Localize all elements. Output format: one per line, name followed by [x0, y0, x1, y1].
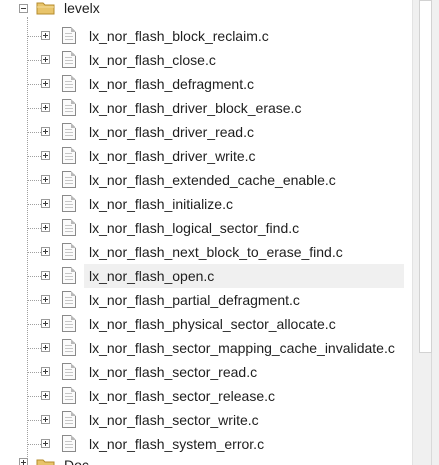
c-source-file-icon — [62, 75, 76, 92]
expand-icon[interactable] — [41, 247, 50, 256]
file-label: lx_nor_flash_initialize.c — [89, 196, 233, 212]
file-label: lx_nor_flash_partial_defragment.c — [89, 292, 300, 308]
expand-icon[interactable] — [41, 175, 50, 184]
file-label: lx_nor_flash_sector_release.c — [89, 388, 275, 404]
file-node[interactable]: lx_nor_flash_sector_write.c — [0, 408, 412, 432]
file-label: lx_nor_flash_sector_read.c — [89, 364, 258, 380]
folder-node-doc[interactable]: Doc — [0, 456, 412, 465]
file-label: lx_nor_flash_logical_sector_find.c — [89, 220, 300, 236]
expand-icon[interactable] — [41, 343, 50, 352]
file-label: lx_nor_flash_defragment.c — [89, 76, 254, 92]
folder-icon — [36, 2, 55, 15]
folder-icon — [36, 459, 55, 465]
file-label: lx_nor_flash_driver_read.c — [89, 124, 254, 140]
folder-label: Doc — [64, 457, 89, 465]
expand-icon[interactable] — [19, 458, 28, 465]
c-source-file-icon — [62, 51, 76, 68]
expand-icon[interactable] — [41, 31, 50, 40]
c-source-file-icon — [62, 171, 76, 188]
expand-icon[interactable] — [41, 319, 50, 328]
c-source-file-icon — [62, 243, 76, 260]
expand-icon[interactable] — [41, 271, 50, 280]
expand-icon[interactable] — [41, 295, 50, 304]
file-label: lx_nor_flash_next_block_to_erase_find.c — [89, 244, 343, 260]
vertical-scrollbar[interactable] — [412, 0, 439, 465]
expand-icon[interactable] — [41, 367, 50, 376]
file-label: lx_nor_flash_physical_sector_allocate.c — [89, 316, 336, 332]
c-source-file-icon — [62, 147, 76, 164]
c-source-file-icon — [62, 267, 76, 284]
c-source-file-icon — [62, 435, 76, 452]
c-source-file-icon — [62, 99, 76, 116]
file-label: lx_nor_flash_sector_write.c — [89, 412, 259, 428]
c-source-file-icon — [62, 123, 76, 140]
file-node[interactable]: lx_nor_flash_sector_release.c — [0, 384, 412, 408]
expand-icon[interactable] — [41, 439, 50, 448]
c-source-file-icon — [62, 291, 76, 308]
file-label: lx_nor_flash_driver_block_erase.c — [89, 100, 302, 116]
file-label: lx_nor_flash_block_reclaim.c — [89, 28, 269, 44]
c-source-file-icon — [62, 363, 76, 380]
expand-icon[interactable] — [41, 127, 50, 136]
file-node-selected[interactable]: lx_nor_flash_open.c — [0, 264, 412, 288]
expand-icon[interactable] — [41, 415, 50, 424]
file-node[interactable]: lx_nor_flash_partial_defragment.c — [0, 288, 412, 312]
c-source-file-icon — [62, 195, 76, 212]
file-label: lx_nor_flash_system_error.c — [89, 436, 265, 452]
expand-icon[interactable] — [41, 223, 50, 232]
file-node[interactable]: lx_nor_flash_close.c — [0, 48, 412, 72]
file-node[interactable]: lx_nor_flash_driver_read.c — [0, 120, 412, 144]
c-source-file-icon — [62, 339, 76, 356]
file-node[interactable]: lx_nor_flash_logical_sector_find.c — [0, 216, 412, 240]
file-node[interactable]: lx_nor_flash_initialize.c — [0, 192, 412, 216]
file-node[interactable]: lx_nor_flash_extended_cache_enable.c — [0, 168, 412, 192]
scrollbar-thumb[interactable] — [419, 0, 432, 353]
c-source-file-icon — [62, 315, 76, 332]
expand-icon[interactable] — [41, 103, 50, 112]
file-node[interactable]: lx_nor_flash_sector_read.c — [0, 360, 412, 384]
collapse-icon[interactable] — [19, 4, 28, 13]
folder-node-levelx[interactable]: levelx — [0, 0, 412, 24]
file-label: lx_nor_flash_driver_write.c — [89, 148, 256, 164]
file-node[interactable]: lx_nor_flash_next_block_to_erase_find.c — [0, 240, 412, 264]
c-source-file-icon — [62, 219, 76, 236]
file-label: lx_nor_flash_sector_mapping_cache_invali… — [89, 340, 395, 356]
expand-icon[interactable] — [41, 79, 50, 88]
file-node[interactable]: lx_nor_flash_physical_sector_allocate.c — [0, 312, 412, 336]
c-source-file-icon — [62, 387, 76, 404]
expand-icon[interactable] — [41, 55, 50, 64]
file-node[interactable]: lx_nor_flash_defragment.c — [0, 72, 412, 96]
c-source-file-icon — [62, 411, 76, 428]
expand-icon[interactable] — [41, 391, 50, 400]
c-source-file-icon — [62, 27, 76, 44]
solution-explorer-tree: levelx lx_nor_flash_block_reclaim.c lx_n… — [0, 0, 412, 465]
file-label: lx_nor_flash_close.c — [89, 52, 216, 68]
file-label: lx_nor_flash_extended_cache_enable.c — [89, 172, 336, 188]
file-node[interactable]: lx_nor_flash_sector_mapping_cache_invali… — [0, 336, 412, 360]
file-node[interactable]: lx_nor_flash_driver_write.c — [0, 144, 412, 168]
expand-icon[interactable] — [41, 199, 50, 208]
file-node[interactable]: lx_nor_flash_system_error.c — [0, 432, 412, 456]
file-label: lx_nor_flash_open.c — [89, 268, 215, 284]
folder-label: levelx — [64, 0, 100, 16]
file-node[interactable]: lx_nor_flash_driver_block_erase.c — [0, 96, 412, 120]
file-node[interactable]: lx_nor_flash_block_reclaim.c — [0, 24, 412, 48]
expand-icon[interactable] — [41, 151, 50, 160]
